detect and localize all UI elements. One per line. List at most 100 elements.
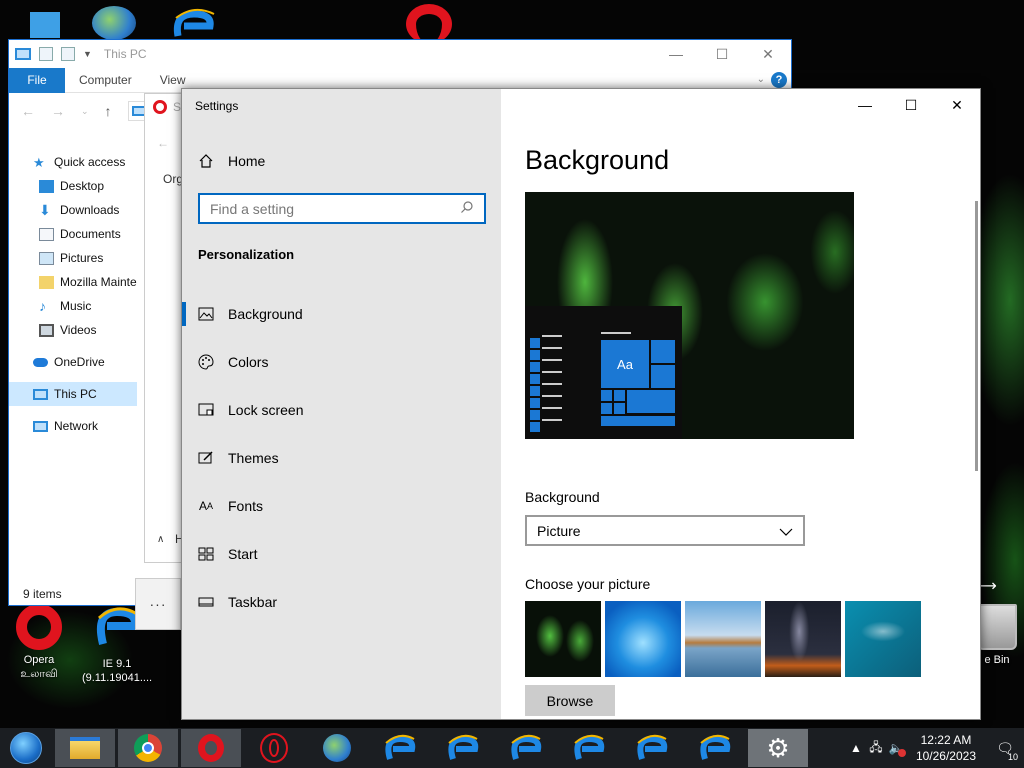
tab-view[interactable]: View [146,73,200,87]
opera-icon [260,733,288,763]
search-box[interactable] [198,193,486,224]
nav-lock-screen[interactable]: Lock screen [182,386,501,434]
taskbar-opera-active[interactable] [181,729,241,767]
background-window[interactable]: S ← Org ∧ H [144,93,184,563]
computer-icon [33,388,48,400]
tree-item-videos[interactable]: Videos [9,318,137,342]
forward-icon[interactable]: → [51,103,65,119]
preview-app-list [542,335,562,431]
show-hidden-icons-icon[interactable]: ▲ [846,741,866,755]
tree-label: Downloads [60,203,120,217]
system-tray: ▲ 🖧 🔈 12:22 AM 10/26/2023 🗨 10 [846,728,1024,768]
tree-item-network[interactable]: Network [9,414,137,438]
desktop-icon-top-1[interactable] [30,12,60,38]
tree-item-desktop[interactable]: Desktop [9,174,137,198]
preview-group-header [601,332,631,334]
taskbar-ie-5[interactable] [622,729,682,767]
nav-fonts[interactable]: AA Fonts [182,482,501,530]
collapse-icon[interactable]: ∧ [157,534,164,545]
taskbar-ie-6[interactable] [685,729,745,767]
nav-themes[interactable]: Themes [182,434,501,482]
close-button[interactable]: ✕ [745,40,791,68]
tab-computer[interactable]: Computer [65,73,146,87]
desktop-icon-top-2[interactable] [92,6,136,40]
clock[interactable]: 12:22 AM 10/26/2023 [906,732,986,764]
taskbar-ie-4[interactable] [559,729,619,767]
tree-item-downloads[interactable]: ⬇ Downloads [9,198,137,222]
explorer-window-controls: — ☐ ✕ [653,40,791,68]
settings-content: Background Aa Background Picture Choose … [525,89,965,719]
desktop-icon-top-3[interactable] [172,8,216,40]
browse-button[interactable]: Browse [525,685,615,716]
opera-icon [198,734,224,762]
nav-label: Themes [228,450,279,466]
tree-item-this-pc[interactable]: This PC [9,382,137,406]
chrome-icon [134,734,162,762]
taskbar-chrome[interactable] [118,729,178,767]
scrollbar[interactable] [975,201,978,471]
picture-thumbnail[interactable] [685,601,761,677]
back-icon[interactable]: ← [157,136,169,150]
nav-taskbar[interactable]: Taskbar [182,578,501,626]
tree-item-mozilla[interactable]: Mozilla Mainte [9,270,137,294]
nav-label: Background [228,306,303,322]
tree-item-pictures[interactable]: Pictures [9,246,137,270]
tree-label: Pictures [60,251,104,265]
taskbar-icon [198,594,214,610]
home-icon [198,153,214,169]
taskbar-ie-1[interactable] [370,729,430,767]
tree-label: Videos [60,323,97,337]
taskbar-ie-2[interactable] [433,729,493,767]
music-icon: ♪ [39,297,46,314]
expand-ribbon-icon[interactable]: ⌄ [757,74,765,85]
picture-thumbnail[interactable] [845,601,921,677]
taskbar-settings-active[interactable]: ⚙ [748,729,808,767]
help-icon[interactable]: ? [771,72,787,88]
tab-file[interactable]: File [9,67,65,93]
tree-item-quick-access[interactable]: ★ Quick access [9,150,137,174]
nav-start[interactable]: Start [182,530,501,578]
network-icon [33,420,48,432]
choose-picture-label: Choose your picture [525,576,651,592]
minimize-button[interactable]: — [653,40,699,68]
search-input[interactable] [210,200,460,217]
volume-muted-icon[interactable]: 🔈 [886,741,906,757]
gear-icon: ⚙ [766,733,790,763]
taskbar-file-explorer[interactable] [55,729,115,767]
picture-thumbnail[interactable] [765,601,841,677]
maximize-button[interactable]: ☐ [699,40,745,68]
taskbar-opera-gx[interactable] [244,729,304,767]
properties-icon[interactable] [39,47,53,61]
opera-icon [0,604,78,650]
desktop-icon-opera[interactable]: Opera உலாவி [0,604,78,681]
action-center-button[interactable]: 🗨 10 [986,728,1024,768]
desktop-icon-top-4[interactable] [406,4,452,44]
taskbar-ie-3[interactable] [496,729,556,767]
picture-thumbnail[interactable] [525,601,601,677]
background-type-dropdown[interactable]: Picture [525,515,805,546]
new-folder-icon[interactable] [61,47,75,61]
taskbar-ie-tool[interactable] [307,729,367,767]
desktop-icon-label: e Bin [984,654,1010,666]
nav-label: Fonts [228,498,264,514]
nav-colors[interactable]: Colors [182,338,501,386]
network-icon[interactable]: 🖧 [866,738,886,759]
nav-home[interactable]: Home [198,153,265,169]
internet-explorer-icon [574,734,605,760]
tree-item-documents[interactable]: Documents [9,222,137,246]
section-title: Personalization [198,247,295,262]
tree-item-music[interactable]: ♪ Music [9,294,137,318]
up-icon[interactable]: ↑ [105,103,112,119]
back-icon[interactable]: ← [21,103,35,119]
tree-item-onedrive[interactable]: OneDrive [9,350,137,374]
start-button[interactable] [0,728,52,768]
folder-icon [39,275,54,289]
opera-icon [153,100,167,114]
internet-explorer-icon [700,734,731,760]
search-icon [460,200,474,217]
more-options-button[interactable]: ··· [135,578,181,630]
picture-thumbnail[interactable] [605,601,681,677]
chevron-down-icon[interactable]: ▼ [83,49,92,59]
recent-locations-icon[interactable]: ⌄ [81,106,89,117]
nav-background[interactable]: Background [182,290,501,338]
